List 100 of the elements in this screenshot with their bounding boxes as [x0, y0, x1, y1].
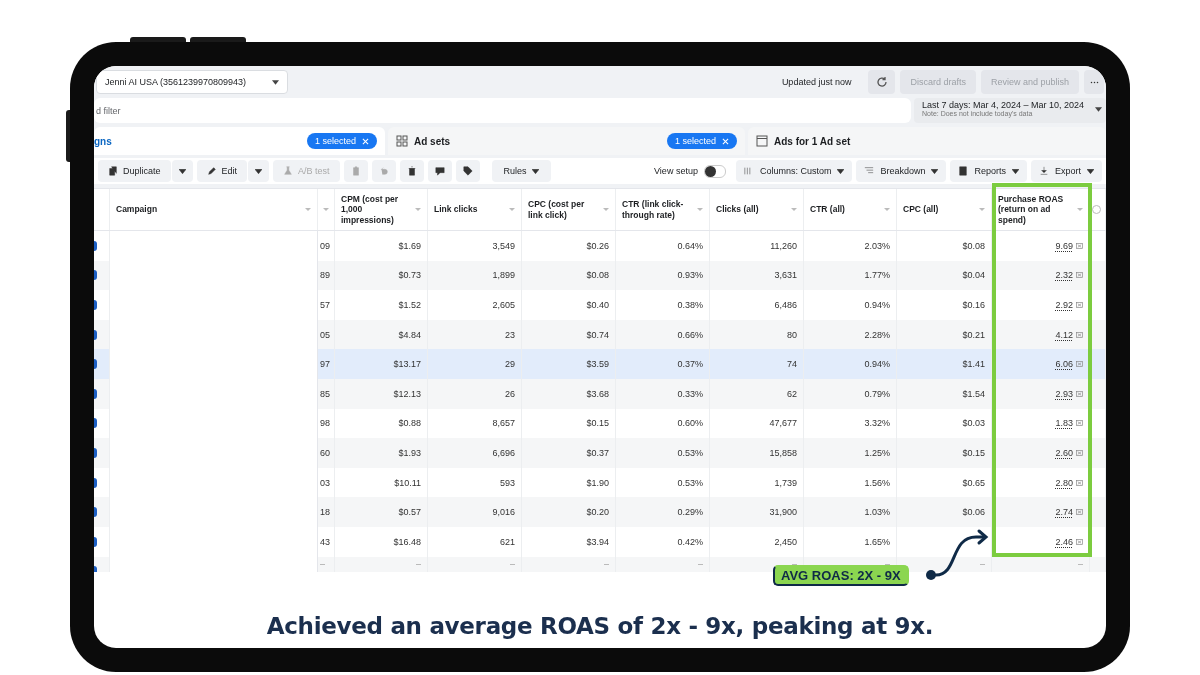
account-dropdown[interactable]: Jenni AI USA (3561239970809943) [96, 70, 288, 94]
table-row[interactable]: 97 $13.17 29 $3.59 0.37% 74 0.94% $1.41 6.06 [94, 349, 1106, 379]
compare-icon [1076, 272, 1083, 279]
table-row[interactable]: 05 $4.84 23 $0.74 0.66% 80 2.28% $0.21 4.12 [94, 319, 1106, 350]
roas-value[interactable]: 2.92 [1055, 300, 1073, 310]
toggle-switch[interactable] [94, 447, 97, 458]
compare-icon [1076, 420, 1083, 427]
toolbar-icon-button[interactable] [455, 160, 480, 182]
column-header[interactable]: Clicks (all) [716, 204, 759, 215]
roas-value[interactable]: 2.32 [1055, 270, 1073, 281]
table-cell: 80 [787, 329, 797, 340]
table-cell: $16.48 [393, 536, 421, 547]
toggle-switch[interactable] [703, 164, 726, 178]
roas-value[interactable]: 2.80 [1055, 477, 1073, 488]
table-cell: 98 [320, 418, 330, 429]
table-row[interactable]: 60 $1.93 6,696 $0.37 0.53% 15,858 1.25% $0.15 2.60 [94, 438, 1106, 468]
close-icon [362, 137, 369, 145]
column-header[interactable]: CPC (cost per link click) [528, 199, 600, 220]
table-cell: 05 [320, 329, 330, 340]
selection-chip[interactable]: 1 selected [306, 133, 377, 149]
table-row[interactable]: 89 $0.73 1,899 $0.08 0.93% 3,631 1.77% $0.04 2.32 [94, 260, 1106, 291]
caption: Achieved an average ROAS of 2x - 9x, peaking at 9x. [266, 613, 934, 639]
roas-value[interactable]: 4.12 [1055, 329, 1073, 340]
tab[interactable]: Ads for 1 Ad set [748, 127, 1106, 155]
roas-value[interactable]: 2.60 [1055, 447, 1073, 458]
toggle-switch[interactable] [94, 536, 97, 547]
column-header[interactable]: Purchase ROAS (return on ad spend) [998, 194, 1074, 225]
table-cell: 0.60% [677, 418, 703, 429]
table-cell: 97 [320, 359, 330, 370]
roas-value[interactable]: 9.69 [1055, 240, 1073, 251]
toggle-switch[interactable] [94, 329, 97, 340]
table-row[interactable]: 18 $0.57 9,016 $0.20 0.29% 31,900 1.03% $0.06 2.74 [94, 497, 1106, 527]
toolbar-icon-button[interactable] [427, 160, 452, 182]
table-cell: 09 [320, 240, 330, 251]
toggle-switch[interactable] [94, 300, 97, 310]
refresh-button[interactable] [868, 70, 896, 94]
roas-value[interactable]: 2.93 [1055, 388, 1073, 399]
table-cell: 11,260 [770, 240, 797, 251]
table-row[interactable]: 09 $1.69 3,549 $0.26 0.64% 11,260 2.03% $0.08 9.69 [94, 231, 1106, 261]
table-cell: $0.16 [962, 300, 985, 310]
table-cell: 0.79% [864, 388, 890, 399]
table-cell: – [604, 558, 609, 569]
toolbar-menu[interactable]: Reports [950, 160, 1027, 182]
toolbar-menu[interactable]: Export [1031, 160, 1102, 182]
table-row[interactable]: 98 $0.88 8,657 $0.15 0.60% 47,677 3.32% $0.03 1.83 [94, 408, 1106, 439]
dropdown-button[interactable] [171, 160, 193, 182]
more-button[interactable] [1084, 70, 1104, 94]
pencil-icon [206, 166, 217, 176]
selection-chip[interactable]: 1 selected [666, 133, 737, 149]
caret-icon [255, 168, 263, 174]
toggle-switch[interactable] [94, 507, 97, 518]
table-row[interactable]: 03 $10.11 593 $1.90 0.53% 1,739 1.56% $0.65 2.80 [94, 467, 1106, 498]
roas-value[interactable]: 6.06 [1055, 359, 1073, 370]
table-row[interactable]: 43 $16.48 621 $3.94 0.42% 2,450 1.65% 2.46 [94, 526, 1106, 557]
tab[interactable]: Ad sets 1 selected [388, 127, 745, 155]
column-header[interactable]: CTR (all) [810, 204, 845, 215]
table-cell: 3,549 [492, 240, 515, 251]
toggle-switch[interactable] [94, 477, 97, 488]
toggle-switch[interactable] [94, 359, 97, 370]
roas-value[interactable]: 1.83 [1055, 418, 1073, 429]
column-header[interactable]: CPM (cost per 1,000 impressions) [341, 194, 412, 225]
dropdown-button[interactable] [248, 160, 270, 182]
column-header[interactable]: CTR (link click-through rate) [622, 199, 694, 220]
toggle-switch[interactable] [94, 388, 97, 399]
table-row[interactable]: 57 $1.52 2,605 $0.40 0.38% 6,486 0.94% $0.16 2.92 [94, 290, 1106, 320]
roas-value[interactable]: 2.46 [1055, 536, 1073, 547]
toolbar-button[interactable]: Duplicate [98, 160, 171, 182]
table-cell: $0.73 [398, 270, 421, 281]
toolbar-menu[interactable]: Columns: Custom [735, 160, 853, 182]
rules-menu[interactable]: Rules [491, 160, 551, 182]
refresh-icon [875, 76, 888, 88]
toggle-switch[interactable] [94, 240, 97, 251]
table-row[interactable]: 85 $12.13 26 $3.68 0.33% 62 0.79% $1.54 2.93 [94, 378, 1106, 409]
table-cell: $13.17 [393, 359, 421, 370]
table-cell: $1.41 [962, 359, 985, 370]
column-header[interactable]: Campaign [116, 204, 158, 215]
table-cell: 23 [505, 329, 515, 340]
toolbar-icon-button[interactable] [399, 160, 424, 182]
table-cell: 1.77% [864, 270, 890, 281]
column-header[interactable]: Link clicks [434, 204, 478, 215]
toggle-switch[interactable] [94, 270, 97, 281]
table-cell: 0.66% [677, 329, 703, 340]
toggle-switch[interactable] [94, 418, 97, 429]
update-status: Updated just now [781, 77, 852, 87]
table-cell: 2,450 [774, 536, 797, 547]
table-cell: $1.54 [962, 388, 985, 399]
tab-label: Ads for 1 Ad set [774, 135, 852, 147]
table-cell: $0.37 [586, 447, 609, 458]
compare-icon [1076, 538, 1083, 545]
roas-value[interactable]: 2.74 [1055, 507, 1073, 518]
column-header[interactable]: CPC (all) [903, 204, 939, 215]
table-cell: 62 [787, 388, 797, 399]
search-field[interactable]: d filter [94, 98, 911, 123]
table-cell: 74 [787, 359, 797, 370]
clipboard-icon [350, 166, 361, 176]
toolbar-button[interactable]: Edit [196, 160, 248, 182]
toolbar-menu[interactable]: Breakdown [856, 160, 947, 182]
caret-icon [1095, 107, 1102, 112]
tab[interactable]: gns 1 selected [94, 127, 385, 155]
caret-icon [931, 168, 939, 174]
